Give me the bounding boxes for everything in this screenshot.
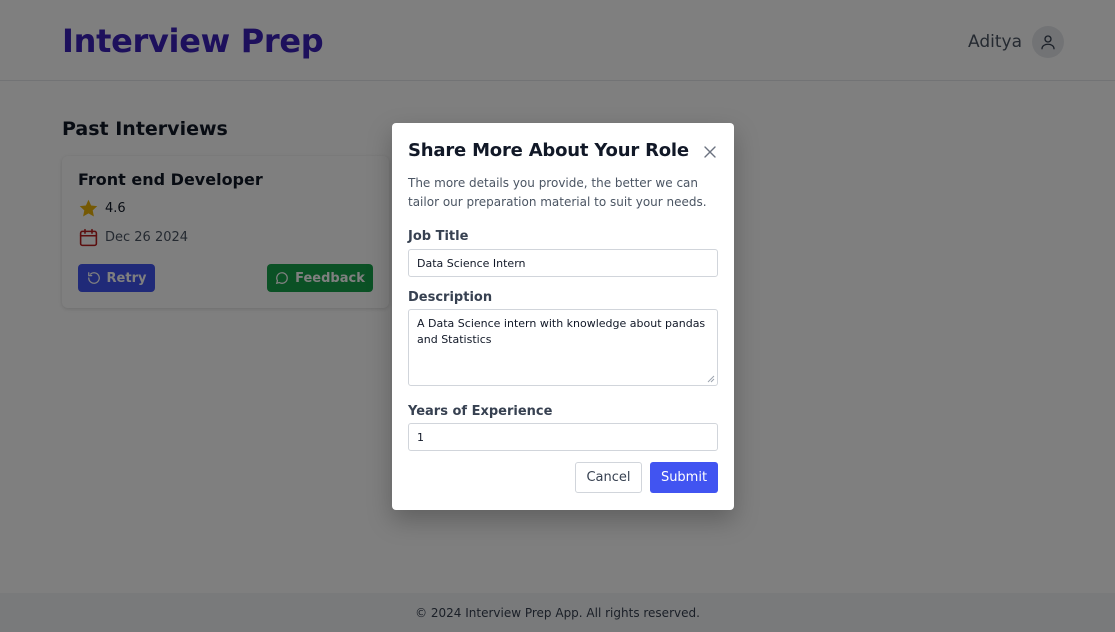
- job-title-label: Job Title: [408, 229, 469, 244]
- modal-title: Share More About Your Role: [408, 140, 689, 161]
- description-textarea[interactable]: A Data Science intern with knowledge abo…: [408, 309, 718, 386]
- submit-button[interactable]: Submit: [650, 462, 718, 493]
- close-button[interactable]: [701, 143, 719, 161]
- experience-input[interactable]: 1: [408, 423, 718, 451]
- close-icon: [704, 146, 716, 158]
- resize-handle-icon[interactable]: [707, 375, 715, 383]
- description-label: Description: [408, 290, 493, 305]
- modal-description: The more details you provide, the better…: [408, 176, 707, 209]
- description-value: A Data Science intern with knowledge abo…: [417, 317, 706, 346]
- role-details-modal: Share More About Your Role The more deta…: [392, 123, 734, 510]
- experience-label: Years of Experience: [408, 404, 553, 419]
- cancel-button[interactable]: Cancel: [575, 462, 642, 493]
- job-title-input[interactable]: Data Science Intern: [408, 249, 718, 277]
